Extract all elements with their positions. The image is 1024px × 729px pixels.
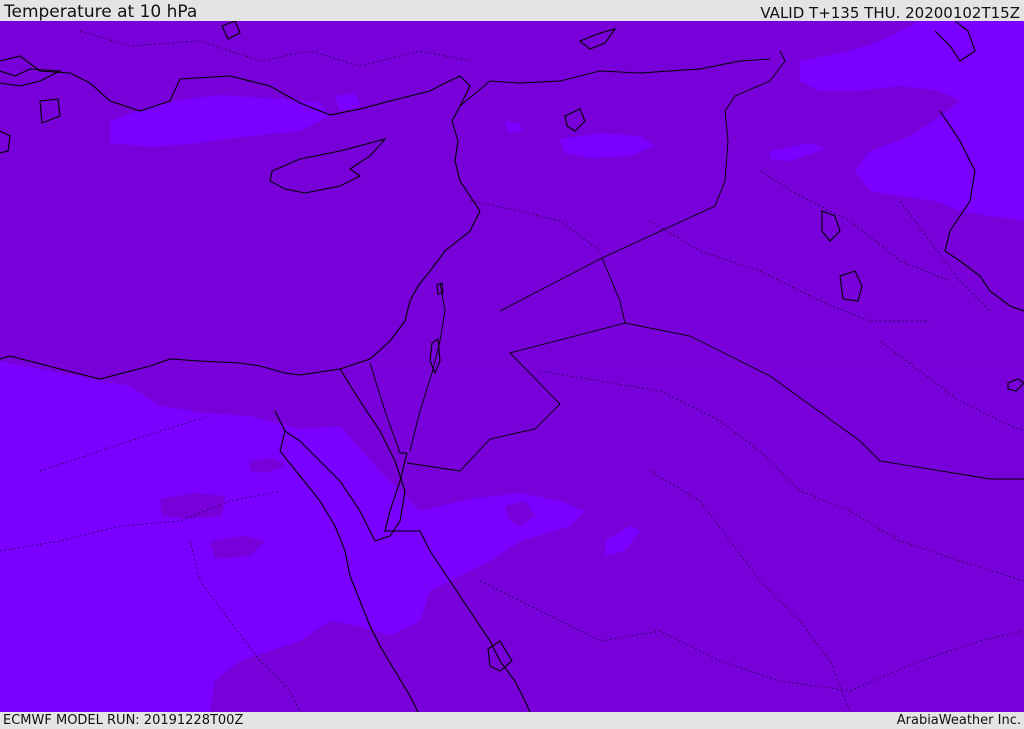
weather-map-page: Temperature at 10 hPa VALID T+135 THU. 2… — [0, 0, 1024, 729]
map-svg — [0, 21, 1024, 712]
model-run-label: ECMWF MODEL RUN: 20191228T00Z — [3, 713, 244, 728]
credit-label: ArabiaWeather Inc. — [896, 713, 1021, 728]
valid-time: VALID T+135 THU. 20200102T15Z — [760, 4, 1020, 22]
map-area — [0, 21, 1024, 712]
map-title: Temperature at 10 hPa — [4, 2, 198, 22]
